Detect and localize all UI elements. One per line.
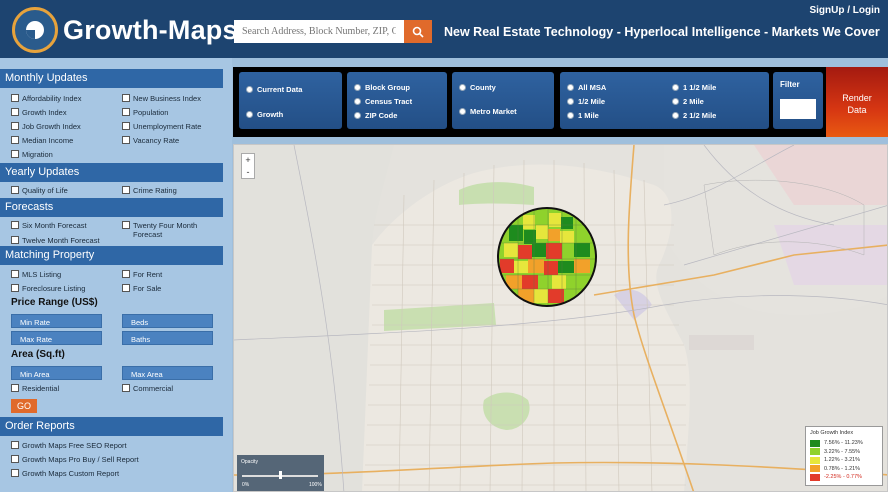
radio-growth[interactable]: Growth [246,110,283,119]
radio-zip-code[interactable]: ZIP Code [354,111,397,120]
radio-county[interactable]: County [459,83,496,92]
radio-0-5-mile[interactable]: 1/2 Mile [567,97,605,106]
filter-input[interactable] [780,99,816,119]
max-area-field[interactable]: Max Area [122,366,213,380]
checkbox-crime-rating[interactable]: Crime Rating [122,186,177,195]
min-area-field[interactable]: Min Area [11,366,102,380]
checkbox-free-seo-report[interactable]: Growth Maps Free SEO Report [11,441,127,450]
render-data-button[interactable]: Render Data [826,67,888,137]
section-yearly-updates: Yearly Updates [0,163,223,182]
legend-swatch [810,456,820,464]
checkbox-new-business-index[interactable]: New Business Index [122,94,201,103]
legend-label: -2.25% - 0.77% [824,474,862,481]
legend-label: 0.78% - 1.21% [824,465,861,472]
legend-swatch [810,473,820,481]
radio-all-msa[interactable]: All MSA [567,83,606,92]
checkbox-vacancy-rate[interactable]: Vacancy Rate [122,136,179,145]
radio-1-5-mile[interactable]: 1 1/2 Mile [672,83,716,92]
legend-label: 1.22% - 3.21% [824,457,861,464]
search-button[interactable] [404,20,432,43]
filter-label: Filter [780,80,800,89]
map-legend: Job Growth Index 7.56% - 11.23% 3.22% - … [805,426,883,486]
baths-field[interactable]: Baths [122,331,213,345]
radio-2-mile[interactable]: 2 Mile [672,97,704,106]
opacity-max-label: 100% [309,482,322,488]
checkbox-job-growth-index[interactable]: Job Growth Index [11,122,81,131]
brand-name[interactable]: Growth-Maps [63,15,238,46]
checkbox-six-month-forecast[interactable]: Six Month Forecast [11,221,87,230]
legend-row: 0.78% - 1.21% [810,465,878,474]
header: Growth-Maps New Real Estate Technology -… [0,0,888,58]
checkbox-population[interactable]: Population [122,108,168,117]
radio-current-data[interactable]: Current Data [246,85,302,94]
checkbox-migration[interactable]: Migration [11,150,53,159]
sidebar: Monthly Updates Affordability Index New … [0,58,232,492]
market-group: County Metro Market [452,72,554,129]
data-type-group: Current Data Growth [239,72,342,129]
checkbox-commercial[interactable]: Commercial [122,384,173,393]
legend-row: -2.25% - 0.77% [810,473,878,482]
geography-group: Block Group Census Tract ZIP Code [347,72,447,129]
area-label: Area (Sq.ft) [11,349,65,360]
legend-swatch [810,439,820,447]
map-view[interactable]: + - Opacity 0% 100% Job Growth Index 7.5… [233,144,888,492]
legend-swatch [810,465,820,473]
section-forecasts: Forecasts [0,198,223,217]
checkbox-foreclosure-listing[interactable]: Foreclosure Listing [11,284,85,293]
checkbox-pro-buy-sell-report[interactable]: Growth Maps Pro Buy / Sell Report [11,455,139,464]
checkbox-unemployment-rate[interactable]: Unemployment Rate [122,122,201,131]
radio-2-5-mile[interactable]: 2 1/2 Mile [672,111,716,120]
section-matching-property: Matching Property [0,246,223,265]
max-rate-field[interactable]: Max Rate [11,331,102,345]
checkbox-affordability-index[interactable]: Affordability Index [11,94,81,103]
street-map-icon [234,145,887,491]
zoom-out-button[interactable]: - [242,166,254,178]
tagline: New Real Estate Technology - Hyperlocal … [444,25,880,39]
legend-title: Job Growth Index [810,430,854,436]
opacity-title: Opacity [241,459,258,465]
radio-block-group[interactable]: Block Group [354,83,410,92]
search-icon [412,26,424,38]
render-label: Render [842,93,872,103]
go-button[interactable]: GO [11,399,37,413]
legend-row: 7.56% - 11.23% [810,439,878,448]
checkbox-median-income[interactable]: Median Income [11,136,73,145]
checkbox-quality-of-life[interactable]: Quality of Life [11,186,68,195]
search-input[interactable] [234,20,404,43]
opacity-panel: Opacity 0% 100% [237,455,324,491]
radio-metro-market[interactable]: Metro Market [459,107,517,116]
data-label: Data [847,105,867,115]
legend-row: 1.22% - 3.21% [810,456,878,465]
section-monthly-updates: Monthly Updates [0,69,223,88]
checkbox-residential[interactable]: Residential [11,384,59,393]
radio-census-tract[interactable]: Census Tract [354,97,412,106]
signup-login-link[interactable]: SignUp / Login [809,5,880,16]
checkbox-twelve-month-forecast[interactable]: Twelve Month Forecast [11,236,100,245]
search-box [234,20,404,43]
zoom-in-button[interactable]: + [242,154,254,166]
legend-row: 3.22% - 7.55% [810,448,878,457]
checkbox-twenty-four-month-forecast[interactable]: Twenty Four Month Forecast [122,221,212,239]
min-rate-field[interactable]: Min Rate [11,314,102,328]
legend-label: 7.56% - 11.23% [824,440,863,447]
checkbox-custom-report[interactable]: Growth Maps Custom Report [11,469,119,478]
toolbar: Current Data Growth Block Group Census T… [233,67,826,137]
opacity-slider-thumb[interactable] [278,471,282,479]
logo-icon[interactable] [12,7,58,53]
legend-swatch [810,448,820,456]
section-order-reports: Order Reports [0,417,223,436]
checkbox-for-rent[interactable]: For Rent [122,270,162,279]
radius-group: All MSA 1 1/2 Mile 1/2 Mile 2 Mile 1 Mil… [560,72,769,129]
checkbox-growth-index[interactable]: Growth Index [11,108,67,117]
heatmap-overlay [497,207,597,307]
radio-1-mile[interactable]: 1 Mile [567,111,599,120]
checkbox-mls-listing[interactable]: MLS Listing [11,270,61,279]
opacity-min-label: 0% [242,482,250,488]
zoom-control: + - [241,153,255,179]
checkbox-for-sale[interactable]: For Sale [122,284,161,293]
price-range-label: Price Range (US$) [11,297,98,308]
legend-label: 3.22% - 7.55% [824,448,861,455]
beds-field[interactable]: Beds [122,314,213,328]
